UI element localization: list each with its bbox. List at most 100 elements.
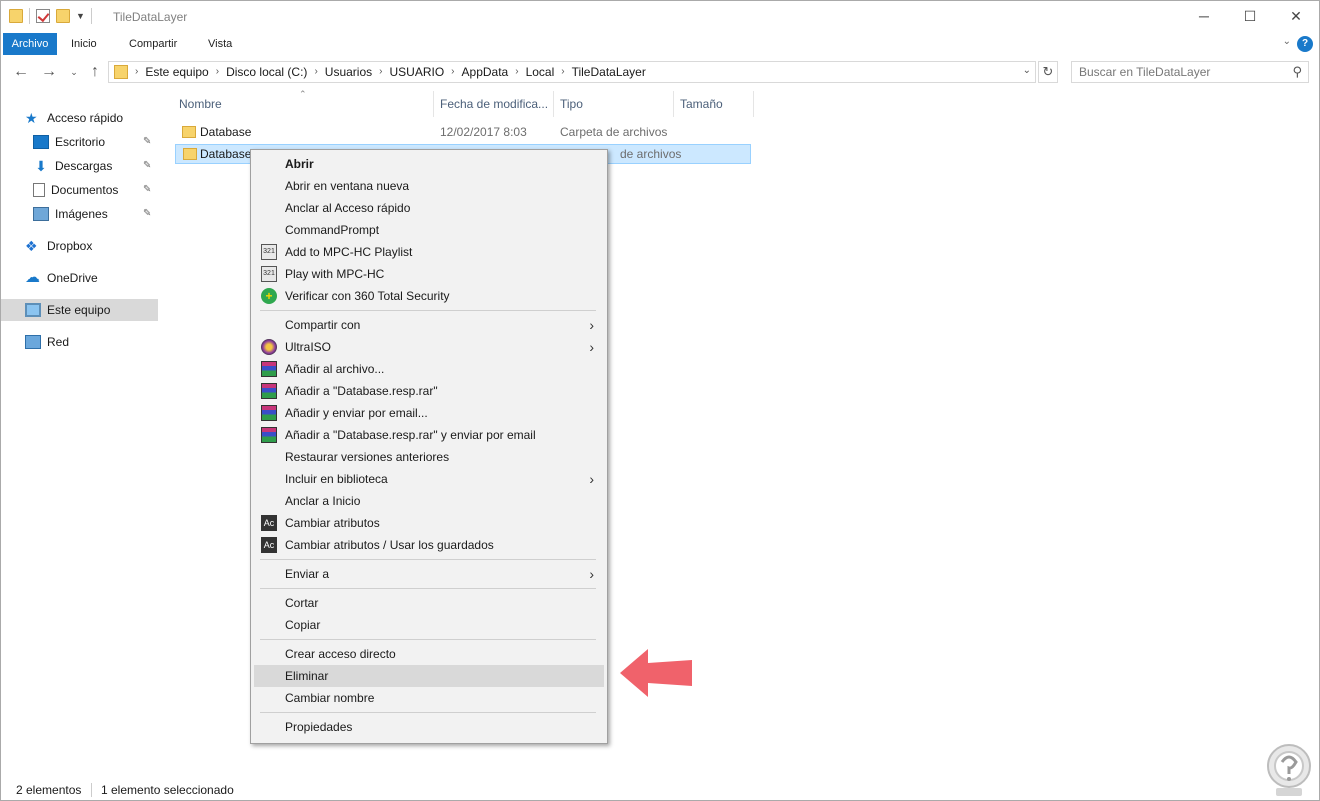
refresh-button[interactable]: ↻ [1038,61,1058,83]
breadcrumb-separator[interactable]: › [216,62,219,82]
menu-item-anadir-rar[interactable]: Añadir a "Database.resp.rar" [254,380,604,402]
up-button[interactable]: ↑ [85,63,105,81]
menu-item-enviar-a[interactable]: Enviar a › [254,563,604,585]
sidebar-item-imagenes[interactable]: Imágenes ✎ [33,203,157,225]
menu-item-anadir-archivo[interactable]: Añadir al archivo... [254,358,604,380]
menu-item-play-mpc[interactable]: 321 Play with MPC-HC [254,263,604,285]
column-divider[interactable] [433,91,434,117]
sidebar-item-acceso-rapido[interactable]: ★ Acceso rápido [25,107,155,129]
column-header-fecha[interactable]: Fecha de modifica... [440,91,548,117]
column-divider[interactable] [753,91,754,117]
menu-item-abrir-ventana-nueva[interactable]: Abrir en ventana nueva [254,175,604,197]
menu-item-anadir-rar-email[interactable]: Añadir a "Database.resp.rar" y enviar po… [254,424,604,446]
forward-button[interactable]: → [39,63,59,81]
breadcrumb-item[interactable]: Este equipo [145,62,208,82]
pin-icon[interactable]: ✎ [143,155,151,177]
menu-item-propiedades[interactable]: Propiedades [254,716,604,738]
pin-icon[interactable]: ✎ [143,131,151,153]
pin-icon[interactable]: ✎ [143,179,151,201]
menu-item-eliminar[interactable]: Eliminar [254,665,604,687]
menu-item-cambiar-atributos[interactable]: Ac Cambiar atributos [254,512,604,534]
expand-ribbon-icon[interactable]: ⌄ [1283,36,1291,47]
menu-item-ultraiso[interactable]: UltraISO › [254,336,604,358]
sidebar-item-label: Dropbox [47,239,93,253]
sidebar-item-documentos[interactable]: Documentos ✎ [33,179,157,201]
breadcrumb-separator[interactable]: › [451,62,454,82]
tab-vista[interactable]: Vista [208,33,232,55]
breadcrumb-item[interactable]: Disco local (C:) [226,62,307,82]
new-folder-icon[interactable] [56,9,70,23]
breadcrumb-separator[interactable]: › [314,62,317,82]
menu-item-incluir-biblioteca[interactable]: Incluir en biblioteca › [254,468,604,490]
sidebar-item-red[interactable]: Red [25,331,155,353]
menu-separator [260,559,596,560]
search-input[interactable]: Buscar en TileDataLayer ⚲ [1071,61,1309,83]
menu-item-cambiar-atributos-guardados[interactable]: Ac Cambiar atributos / Usar los guardado… [254,534,604,556]
menu-item-abrir[interactable]: Abrir [254,153,604,175]
menu-item-label: Cambiar atributos [285,516,380,530]
search-icon[interactable]: ⚲ [1292,64,1302,80]
sidebar-item-escritorio[interactable]: Escritorio ✎ [33,131,157,153]
chevron-down-icon[interactable]: ⌄ [1023,65,1031,76]
maximize-button[interactable]: ☐ [1227,1,1273,31]
menu-separator [260,639,596,640]
sidebar-item-este-equipo[interactable]: Este equipo [1,299,158,321]
menu-item-label: Anclar al Acceso rápido [285,201,411,215]
file-date: 12/02/2017 8:03 [440,125,527,139]
breadcrumb-separator[interactable]: › [379,62,382,82]
breadcrumb-item[interactable]: AppData [462,62,509,82]
breadcrumb-item[interactable]: Local [526,62,555,82]
breadcrumb-separator[interactable]: › [135,62,138,82]
site-logo-icon [1267,744,1311,796]
menu-item-restaurar-versiones[interactable]: Restaurar versiones anteriores [254,446,604,468]
column-divider[interactable] [673,91,674,117]
breadcrumb-separator[interactable]: › [561,62,564,82]
menu-item-copiar[interactable]: Copiar [254,614,604,636]
menu-item-label: Añadir a "Database.resp.rar" [285,384,438,398]
menu-separator [260,712,596,713]
menu-item-add-mpc-playlist[interactable]: 321 Add to MPC-HC Playlist [254,241,604,263]
menu-item-label: Cambiar atributos / Usar los guardados [285,538,494,552]
sidebar-item-label: Escritorio [55,135,106,149]
sidebar-item-label: Imágenes [55,207,108,221]
breadcrumb-item[interactable]: Usuarios [325,62,372,82]
sidebar-item-onedrive[interactable]: ☁ OneDrive [25,267,155,289]
menu-item-cambiar-nombre[interactable]: Cambiar nombre [254,687,604,709]
tab-inicio[interactable]: Inicio [71,33,97,55]
column-header-tamano[interactable]: Tamaño [680,91,723,117]
breadcrumb-separator[interactable]: › [515,62,518,82]
tab-compartir[interactable]: Compartir [129,33,177,55]
recent-locations-icon[interactable]: ⌄ [64,67,84,78]
menu-item-label: Add to MPC-HC Playlist [285,245,413,259]
menu-item-commandprompt[interactable]: CommandPrompt [254,219,604,241]
close-button[interactable]: ✕ [1273,1,1319,31]
menu-item-crear-acceso-directo[interactable]: Crear acceso directo [254,643,604,665]
table-row[interactable]: Database 12/02/2017 8:03 Carpeta de arch… [175,123,751,143]
menu-item-compartir-con[interactable]: Compartir con › [254,314,604,336]
sidebar-item-descargas[interactable]: ⬇ Descargas ✎ [33,155,157,177]
menu-item-anclar-inicio[interactable]: Anclar a Inicio [254,490,604,512]
ultraiso-icon [261,339,277,355]
back-button[interactable]: ← [11,63,31,81]
column-divider[interactable] [553,91,554,117]
menu-item-verificar-360[interactable]: + Verificar con 360 Total Security [254,285,604,307]
column-header-tipo[interactable]: Tipo [560,91,583,117]
menu-item-anclar-acceso-rapido[interactable]: Anclar al Acceso rápido [254,197,604,219]
menu-item-label: Propiedades [285,720,353,734]
column-header-nombre[interactable]: Nombre [179,91,222,117]
menu-item-label: Restaurar versiones anteriores [285,450,450,464]
file-type: Carpeta de archivos [560,125,668,139]
menu-item-label: Añadir al archivo... [285,362,385,376]
menu-item-cortar[interactable]: Cortar [254,592,604,614]
minimize-button[interactable]: ─ [1181,1,1227,31]
help-icon[interactable]: ? [1297,36,1313,52]
address-bar[interactable]: › Este equipo › Disco local (C:) › Usuar… [108,61,1036,83]
properties-icon[interactable] [36,9,50,23]
breadcrumb-item[interactable]: TileDataLayer [572,62,646,82]
menu-item-anadir-enviar-email[interactable]: Añadir y enviar por email... [254,402,604,424]
customize-toolbar-icon[interactable]: ▼ [76,11,85,21]
sidebar-item-dropbox[interactable]: ❖ Dropbox [25,235,155,257]
pin-icon[interactable]: ✎ [143,203,151,225]
breadcrumb-item[interactable]: USUARIO [389,62,444,82]
tab-archivo[interactable]: Archivo [3,33,57,55]
